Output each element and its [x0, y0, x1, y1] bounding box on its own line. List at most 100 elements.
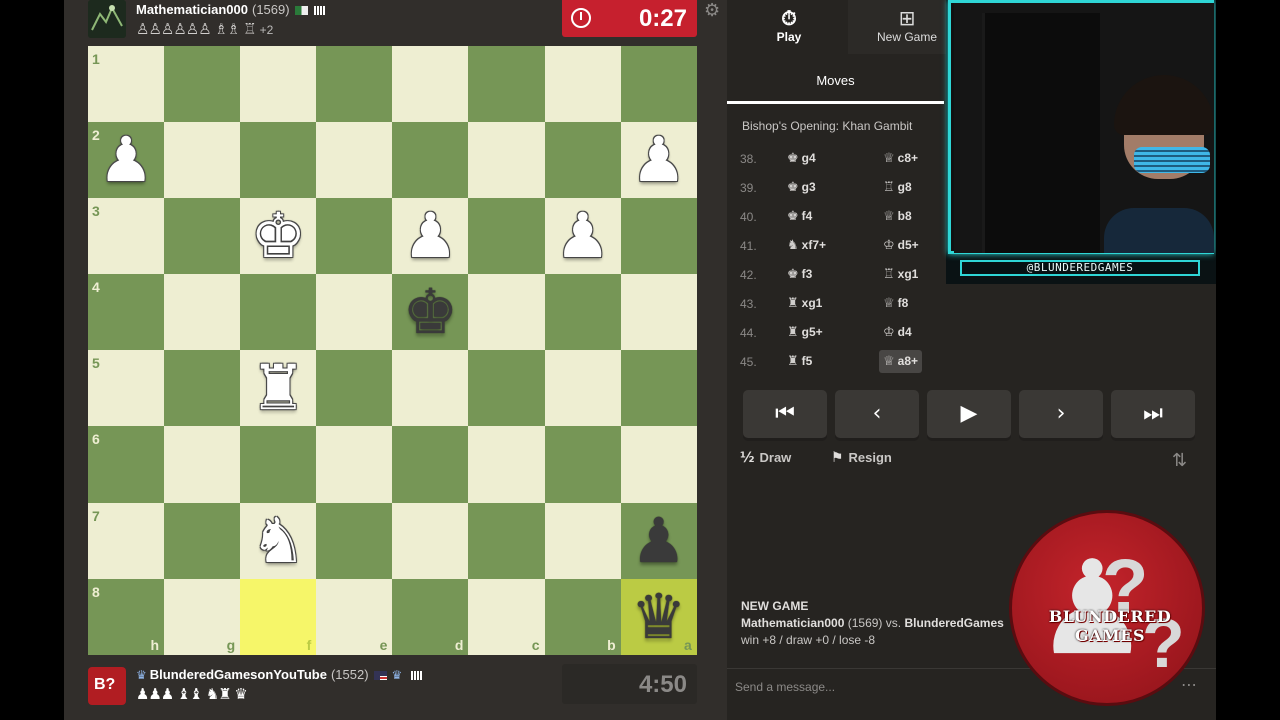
board-square[interactable]: 4: [88, 274, 165, 351]
chess-piece[interactable]: ♞: [250, 509, 306, 572]
board-square[interactable]: ♟: [544, 198, 621, 275]
flip-board-icon[interactable]: ⇅: [1172, 450, 1187, 471]
white-move[interactable]: ♜ f5: [783, 350, 816, 373]
board-square[interactable]: [544, 426, 621, 503]
board-square[interactable]: 2 ♟: [88, 122, 165, 199]
board-square[interactable]: [164, 502, 241, 579]
black-move[interactable]: ♔ d4: [879, 321, 916, 344]
board-square[interactable]: a ♛: [620, 578, 697, 655]
chess-board[interactable]: 1 2 ♟ ♟ 3 ♚ ♟ ♟ 4 ♚ 5 ♜ 6 7 ♞ ♟ 8 h g f e d c b a ♛: [88, 46, 697, 655]
chess-piece[interactable]: ♚: [250, 205, 306, 267]
board-square[interactable]: [316, 350, 393, 427]
last-move-button[interactable]: ⏭: [1111, 390, 1195, 438]
chat-black-name[interactable]: BlunderedGames: [904, 616, 1003, 630]
board-square[interactable]: [544, 502, 621, 579]
board-square[interactable]: 3: [88, 198, 165, 275]
top-player-avatar[interactable]: [88, 0, 126, 38]
white-move[interactable]: ♜ xg1: [783, 292, 826, 315]
board-square[interactable]: [544, 122, 621, 199]
first-move-button[interactable]: ⏮: [743, 390, 827, 438]
board-square[interactable]: [620, 426, 697, 503]
board-square[interactable]: [240, 426, 317, 503]
chess-piece[interactable]: ♟: [631, 509, 687, 572]
chat-white-name[interactable]: Mathematician000: [741, 616, 844, 630]
board-square[interactable]: [620, 350, 697, 427]
top-player-name[interactable]: Mathematician000: [136, 2, 248, 17]
chess-piece[interactable]: ♛: [631, 585, 687, 648]
bottom-player-avatar[interactable]: B?: [88, 667, 126, 705]
board-square[interactable]: [164, 46, 241, 123]
chess-piece[interactable]: ♟: [403, 205, 459, 267]
board-square[interactable]: [468, 46, 545, 123]
bottom-player-name[interactable]: BlunderedGamesonYouTube: [150, 667, 327, 682]
white-move[interactable]: ♞ xf7+: [783, 234, 830, 257]
board-square[interactable]: [544, 46, 621, 123]
board-square[interactable]: ♞: [240, 502, 317, 579]
board-square[interactable]: [544, 350, 621, 427]
board-square[interactable]: 1: [88, 46, 165, 123]
opening-name[interactable]: Bishop's Opening: Khan Gambit: [727, 108, 944, 144]
black-move[interactable]: ♕ c8+: [879, 147, 922, 170]
board-square[interactable]: 7: [88, 502, 165, 579]
board-square[interactable]: [392, 350, 469, 427]
board-square[interactable]: [240, 274, 317, 351]
board-square[interactable]: [468, 426, 545, 503]
board-square[interactable]: b: [544, 578, 621, 655]
board-square[interactable]: 6: [88, 426, 165, 503]
previous-move-button[interactable]: ‹: [835, 390, 919, 438]
board-square[interactable]: [392, 426, 469, 503]
white-move[interactable]: ♚ f4: [783, 205, 816, 228]
black-move[interactable]: ♕ f8: [879, 292, 912, 315]
board-square[interactable]: [468, 274, 545, 351]
board-square[interactable]: [392, 122, 469, 199]
board-square[interactable]: ♚: [392, 274, 469, 351]
board-square[interactable]: ♟: [620, 122, 697, 199]
black-move[interactable]: ♔ d5+: [879, 234, 923, 257]
board-square[interactable]: [164, 426, 241, 503]
board-square[interactable]: 5: [88, 350, 165, 427]
white-move[interactable]: ♚ f3: [783, 263, 816, 286]
board-square[interactable]: [316, 46, 393, 123]
board-square[interactable]: [620, 274, 697, 351]
board-square[interactable]: [316, 426, 393, 503]
board-square[interactable]: [392, 46, 469, 123]
board-square[interactable]: f: [240, 578, 317, 655]
black-move[interactable]: ♕ b8: [879, 205, 916, 228]
board-square[interactable]: [468, 502, 545, 579]
black-move[interactable]: ♕ a8+: [879, 350, 923, 373]
resign-button[interactable]: ⚑ Resign: [831, 450, 910, 466]
board-square[interactable]: ♜: [240, 350, 317, 427]
board-square[interactable]: ♟: [620, 502, 697, 579]
gear-icon[interactable]: ⚙: [704, 0, 720, 21]
chess-piece[interactable]: ♜: [250, 357, 306, 419]
board-square[interactable]: d: [392, 578, 469, 655]
chess-piece[interactable]: ♟: [631, 129, 687, 191]
chess-piece[interactable]: ♟: [555, 205, 611, 267]
board-square[interactable]: [316, 274, 393, 351]
white-move[interactable]: ♜ g5+: [783, 321, 827, 344]
tab-play[interactable]: ⏱ Play: [730, 0, 848, 54]
chess-piece[interactable]: ♟: [98, 129, 154, 191]
tab-moves[interactable]: Moves: [727, 58, 944, 104]
board-square[interactable]: e: [316, 578, 393, 655]
black-move[interactable]: ♖ xg1: [879, 263, 922, 286]
board-square[interactable]: ♚: [240, 198, 317, 275]
board-square[interactable]: 8h: [88, 578, 165, 655]
board-square[interactable]: [164, 122, 241, 199]
board-square[interactable]: [164, 198, 241, 275]
board-square[interactable]: g: [164, 578, 241, 655]
board-square[interactable]: [620, 198, 697, 275]
board-square[interactable]: [164, 274, 241, 351]
white-move[interactable]: ♚ g3: [783, 176, 820, 199]
board-square[interactable]: [316, 122, 393, 199]
white-move[interactable]: ♚ g4: [783, 147, 820, 170]
play-button[interactable]: ▶: [927, 390, 1011, 438]
chess-piece[interactable]: ♚: [403, 281, 459, 343]
black-move[interactable]: ♖ g8: [879, 176, 916, 199]
board-square[interactable]: [468, 350, 545, 427]
board-square[interactable]: c: [468, 578, 545, 655]
board-square[interactable]: [544, 274, 621, 351]
board-square[interactable]: [468, 198, 545, 275]
board-square[interactable]: [164, 350, 241, 427]
board-square[interactable]: [316, 502, 393, 579]
